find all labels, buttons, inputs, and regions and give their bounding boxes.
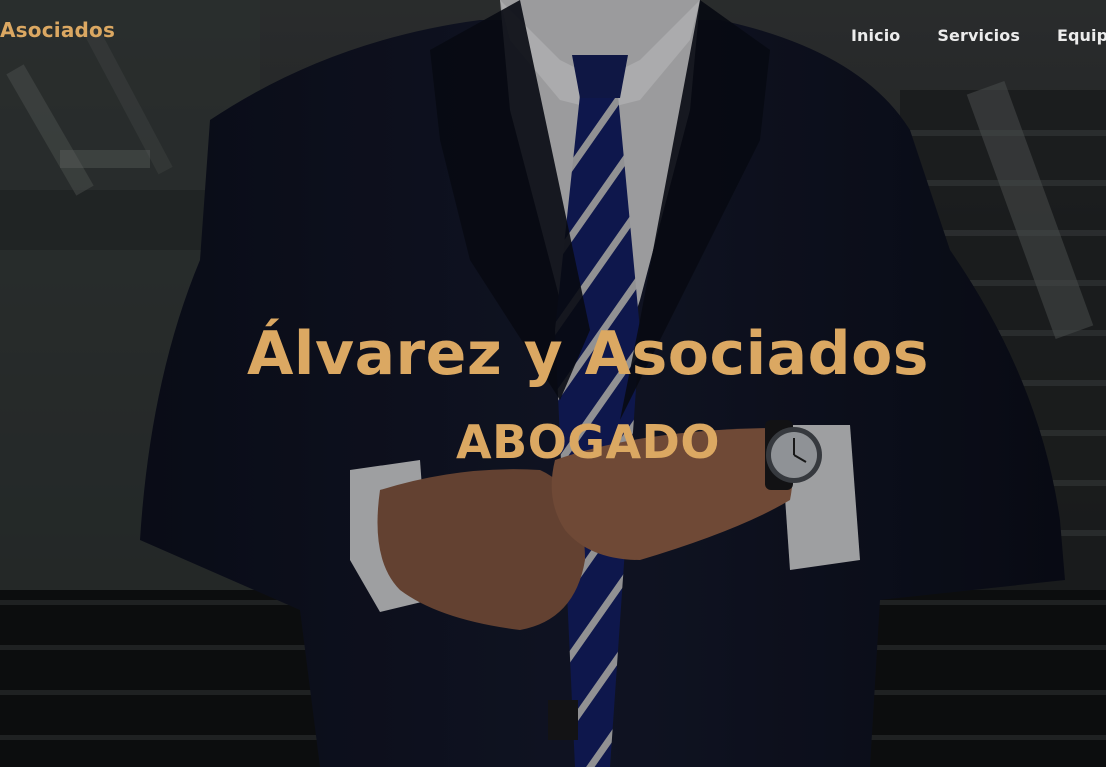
- hero-section: Asociados Inicio Servicios Equipo Álvare…: [0, 0, 1106, 767]
- nav-link-inicio[interactable]: Inicio: [851, 26, 900, 45]
- brand-logo-link[interactable]: Asociados: [0, 18, 115, 42]
- nav-links: Inicio Servicios Equipo: [851, 26, 1106, 45]
- nav-link-equipo[interactable]: Equipo: [1057, 26, 1106, 45]
- hero-title: Álvarez y Asociados: [246, 319, 930, 389]
- hero-subtitle: ABOGADO: [456, 415, 720, 469]
- top-navbar: Asociados Inicio Servicios Equipo: [0, 0, 1106, 70]
- nav-link-servicios[interactable]: Servicios: [937, 26, 1020, 45]
